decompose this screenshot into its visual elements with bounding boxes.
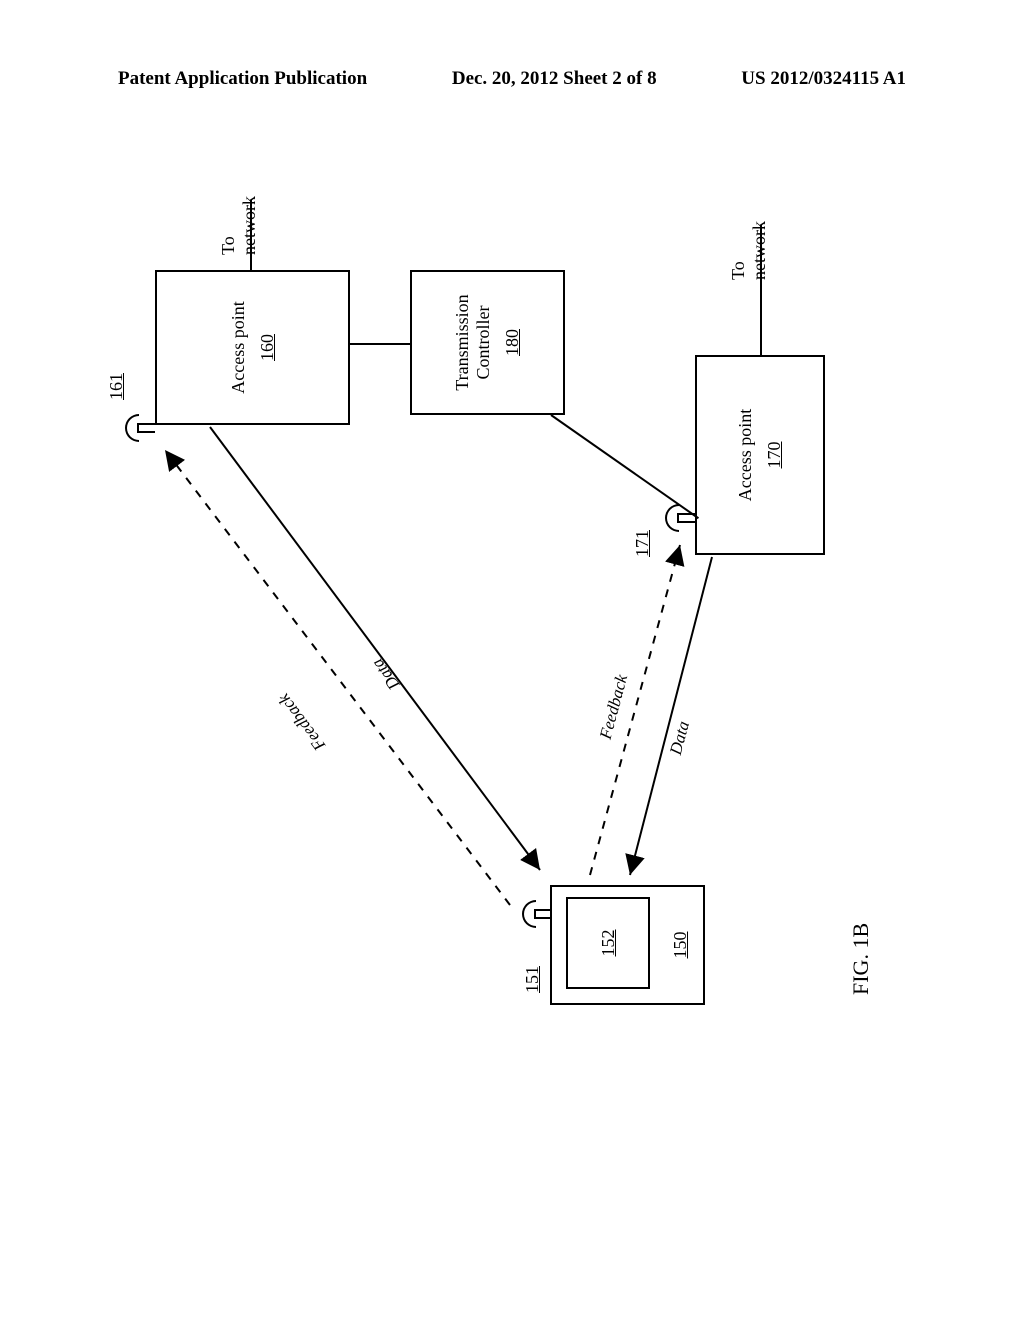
diagram: 151 152 150 161 Access point 160 171 Acc… [10, 265, 1020, 1055]
figure-label: FIG. 1B [848, 923, 874, 995]
header-right: US 2012/0324115 A1 [741, 68, 906, 90]
wireless-links-svg [10, 175, 890, 1055]
header-center: Dec. 20, 2012 Sheet 2 of 8 [452, 68, 657, 90]
page-header: Patent Application Publication Dec. 20, … [0, 68, 1024, 90]
header-left: Patent Application Publication [118, 68, 367, 90]
